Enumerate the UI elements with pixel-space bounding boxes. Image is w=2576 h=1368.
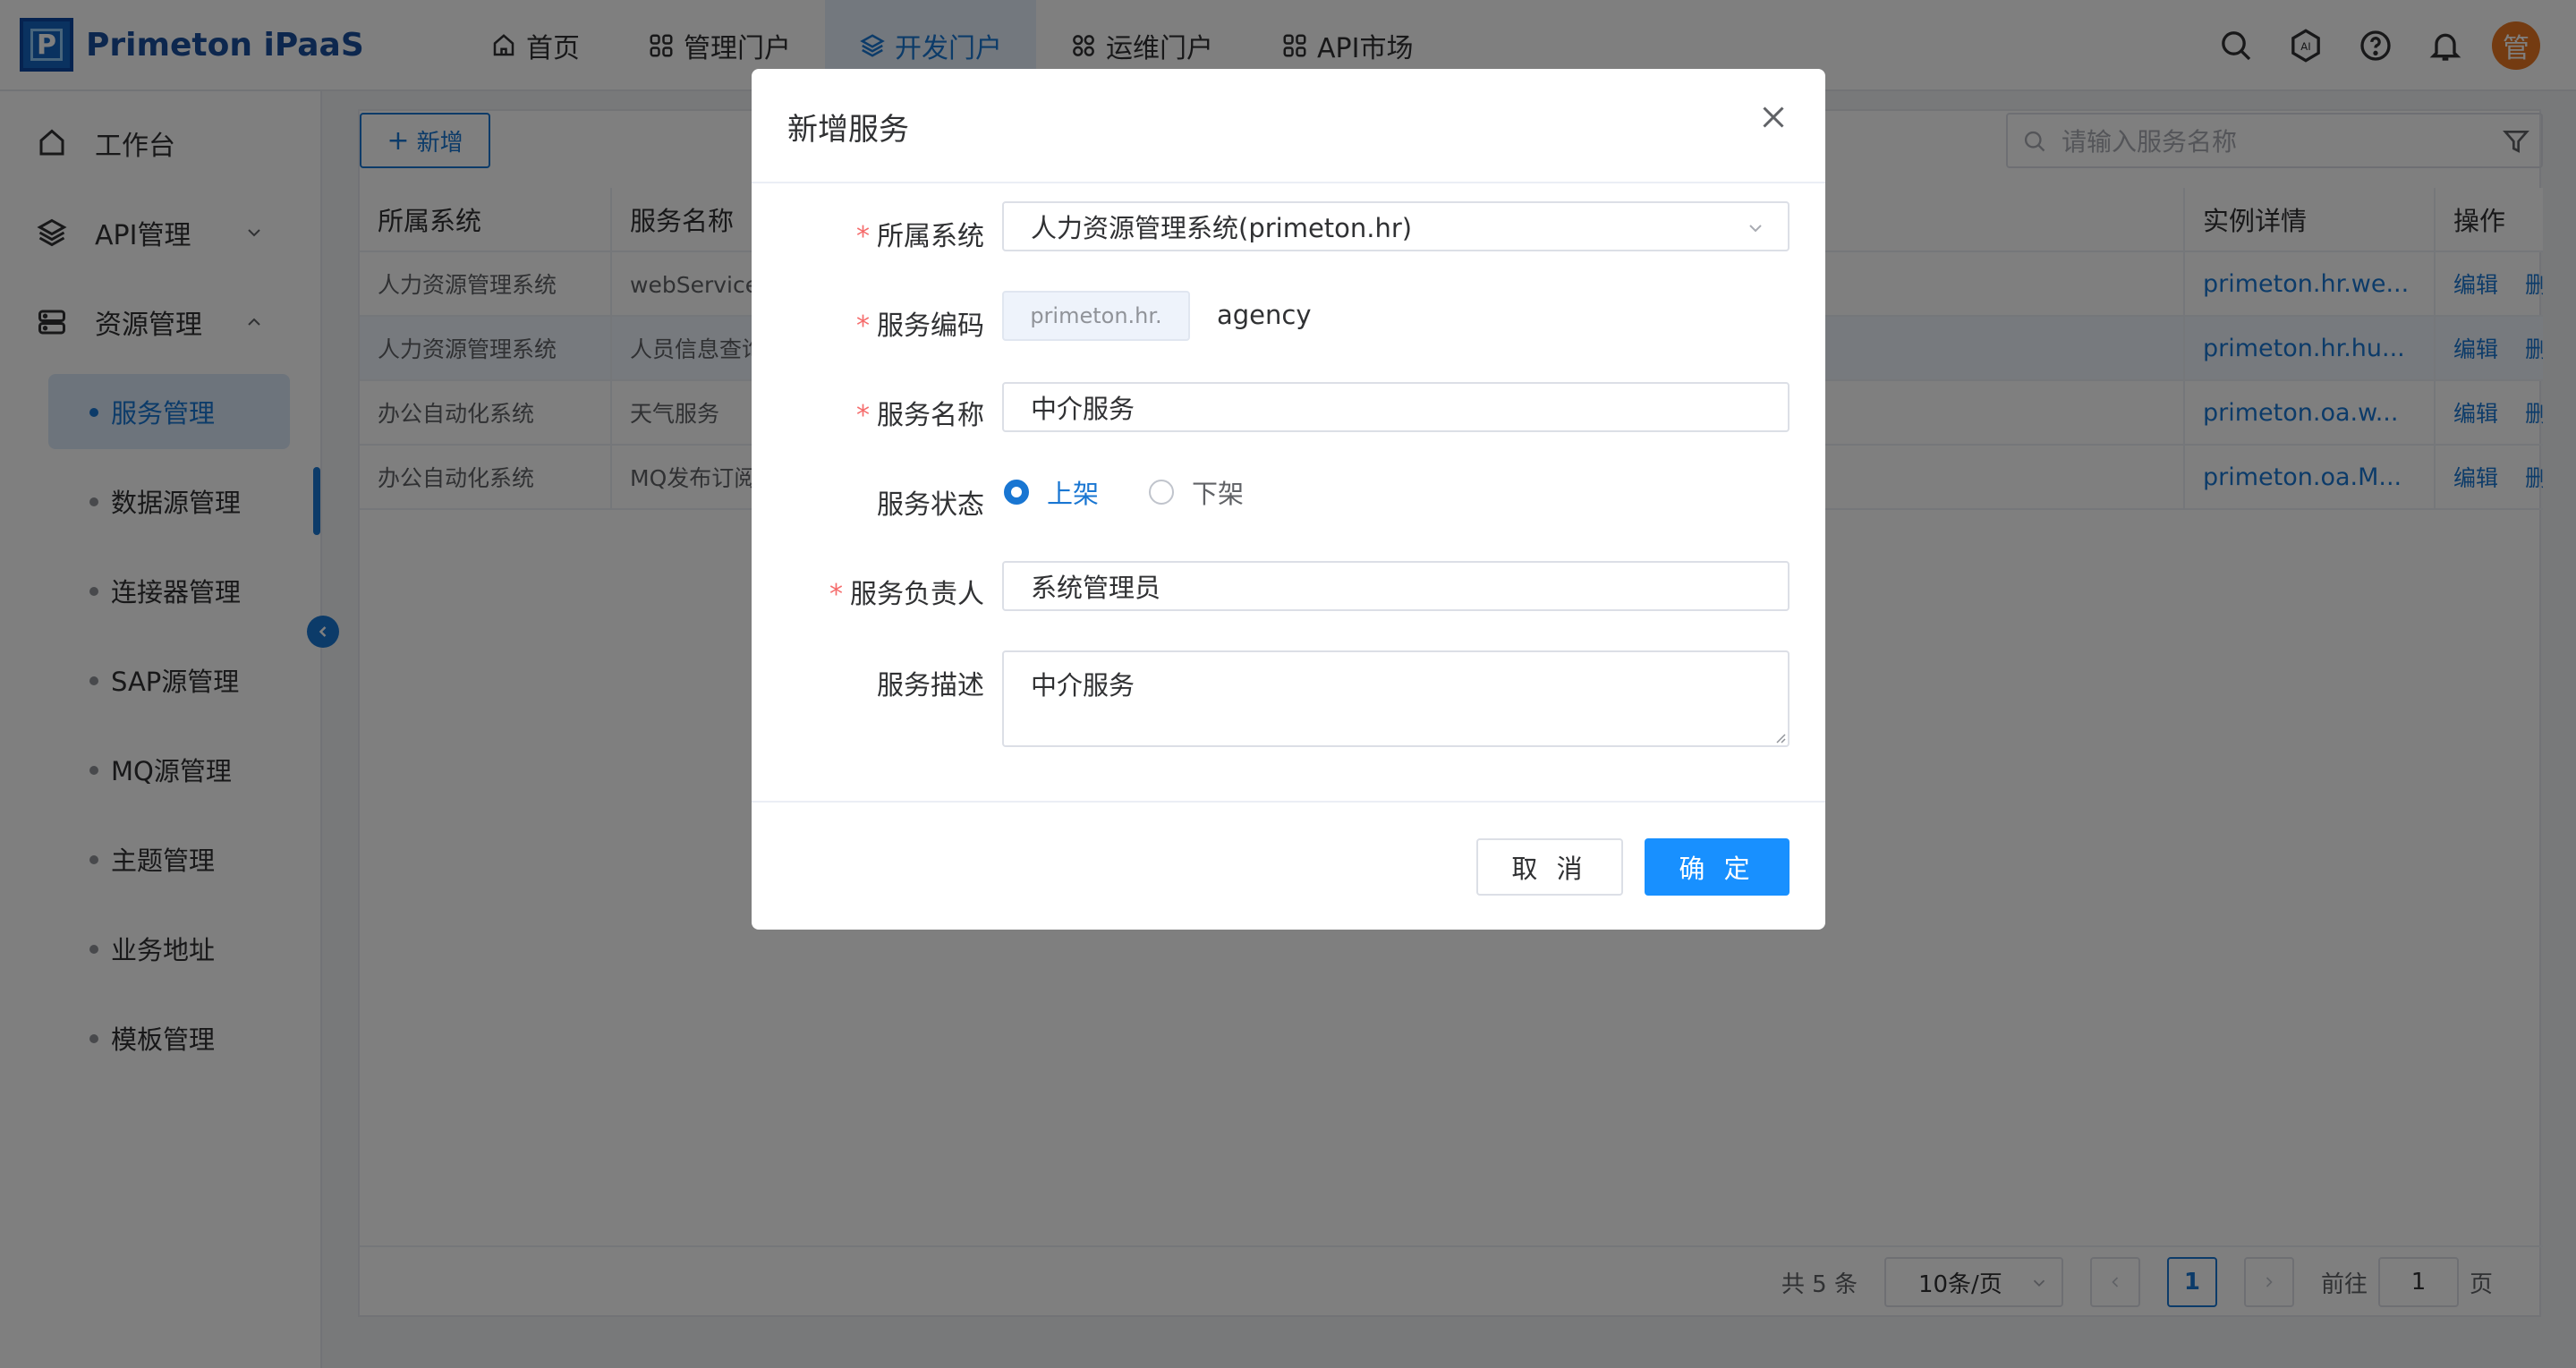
status-label: 服务状态 [877,489,984,521]
desc-value: 中介服务 [1031,670,1135,701]
system-label: * 所属系统 [856,214,984,253]
code-label: * 服务编码 [856,303,984,343]
dialog-footer-divider [752,801,1825,803]
desc-textarea[interactable]: 中介服务 [1002,650,1790,747]
app-root: P Primeton iPaaS 首页 管理门户 开发门户 运维门户 A [0,0,2576,1368]
owner-input[interactable]: 系统管理员 [1002,561,1790,611]
required-mark: * [856,310,870,342]
system-select[interactable]: 人力资源管理系统(primeton.hr) [1002,201,1790,251]
dialog-title: 新增服务 [787,112,909,148]
code-input[interactable]: agency [1217,300,1312,330]
system-select-value: 人力资源管理系统(primeton.hr) [1031,213,1413,243]
name-label-text: 服务名称 [877,400,984,431]
system-label-text: 所属系统 [877,221,984,252]
owner-label-text: 服务负责人 [850,579,984,610]
cancel-button[interactable]: 取 消 [1476,838,1623,896]
status-off-label: 下架 [1192,479,1245,509]
close-icon[interactable] [1757,101,1790,133]
required-mark: * [856,400,870,431]
code-prefix: primeton.hr. [1002,291,1190,341]
code-label-text: 服务编码 [877,310,984,342]
status-on-label: 上架 [1047,479,1100,509]
resize-grip-icon[interactable] [1773,731,1786,743]
radio-dot [1149,480,1174,505]
name-input[interactable]: 中介服务 [1002,382,1790,432]
name-label: * 服务名称 [856,393,984,432]
desc-label: 服务描述 [877,670,984,701]
dialog-header-divider [752,182,1825,183]
radio-dot [1004,480,1029,505]
status-on-radio[interactable]: 上架 [1004,473,1099,511]
add-service-dialog: 新增服务 * 所属系统 人力资源管理系统(primeton.hr) * 服务编码 p… [752,69,1825,930]
owner-label: * 服务负责人 [829,572,984,611]
required-mark: * [856,221,870,252]
required-mark: * [829,579,843,610]
confirm-button[interactable]: 确 定 [1645,838,1790,896]
chevron-down-icon [1749,225,1762,233]
status-off-radio[interactable]: 下架 [1149,473,1244,511]
